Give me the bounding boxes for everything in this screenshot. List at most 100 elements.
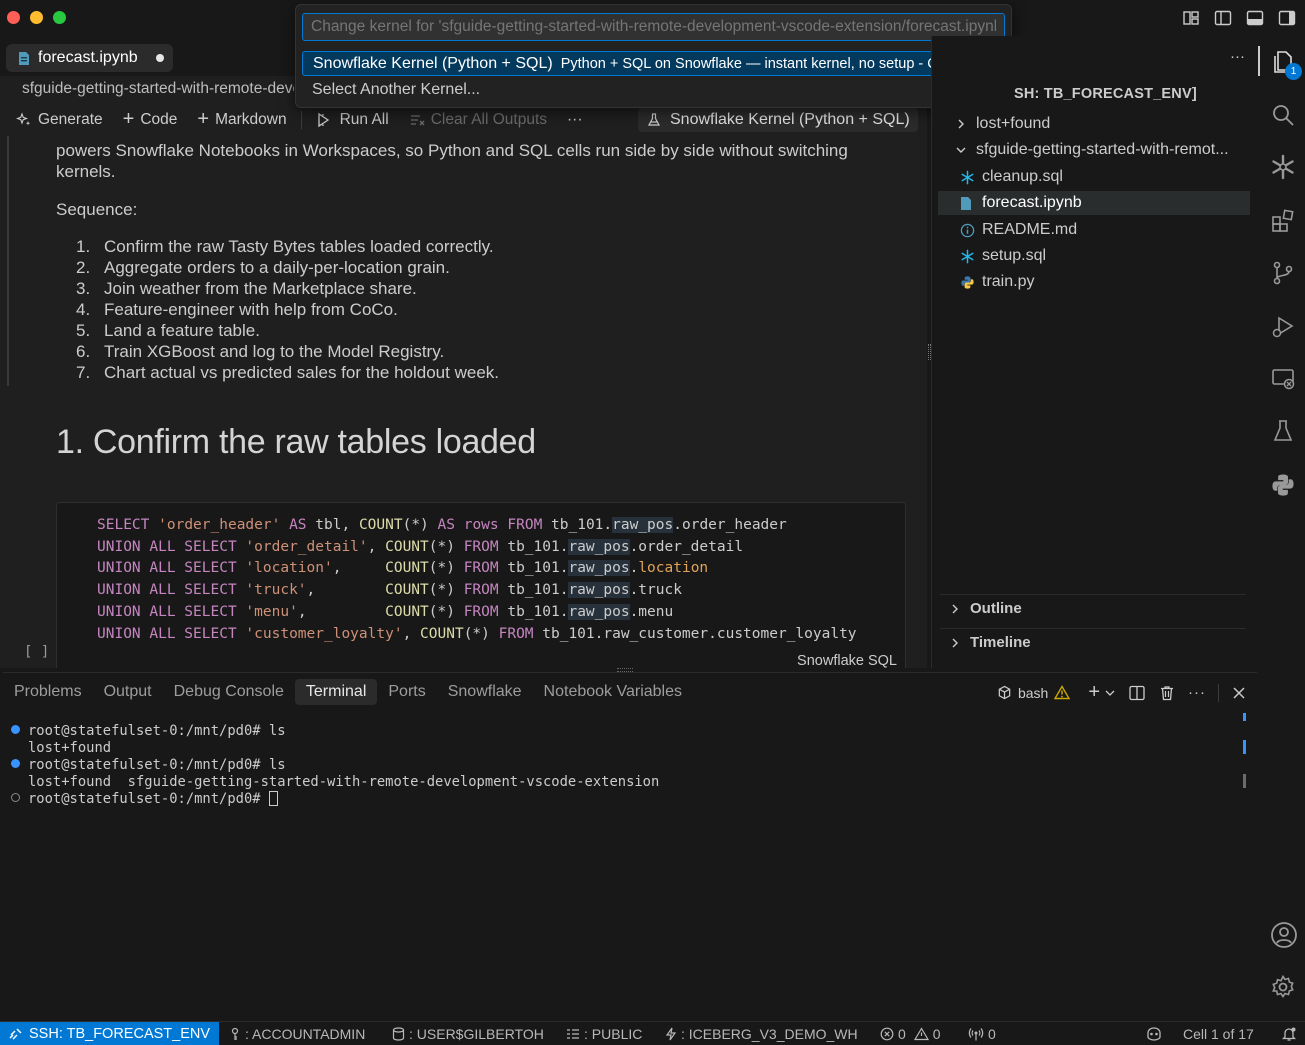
timeline-section-header[interactable]: Timeline: [948, 634, 1031, 651]
workspace-title[interactable]: SH: TB_FORECAST_ENV]: [1014, 86, 1197, 102]
command-decoration-icon[interactable]: [11, 759, 20, 768]
step-text: Confirm the raw Tasty Bytes tables loade…: [104, 237, 494, 256]
tree-file-forecast-ipynb[interactable]: forecast.ipynb: [938, 191, 1250, 215]
step-number: 7.: [76, 363, 91, 382]
explorer-more-actions-icon[interactable]: ···: [1230, 48, 1245, 65]
sequence-label: Sequence:: [56, 200, 138, 219]
panel-tab-output[interactable]: Output: [93, 679, 163, 705]
remote-icon: [9, 1028, 22, 1040]
info-icon: [960, 223, 975, 238]
customize-layout-icon[interactable]: [1181, 8, 1201, 28]
warning-icon: [913, 1027, 929, 1041]
add-markdown-cell-button[interactable]: + Markdown: [187, 108, 296, 131]
status-database[interactable]: : USER$GILBERTOH: [392, 1026, 544, 1042]
cell-language-label[interactable]: Snowflake SQL: [797, 653, 897, 668]
toolbar-divider: [300, 110, 302, 129]
tree-folder-sfguide[interactable]: sfguide-getting-started-with-remot...: [938, 138, 1229, 162]
copilot-icon[interactable]: [1145, 1026, 1163, 1042]
tree-file-cleanup-sql[interactable]: cleanup.sql: [938, 165, 1063, 189]
search-icon[interactable]: [1270, 102, 1296, 128]
run-all-button[interactable]: Run All: [306, 111, 399, 129]
toggle-panel-icon[interactable]: [1245, 8, 1265, 28]
toggle-primary-sidebar-icon[interactable]: [1213, 8, 1233, 28]
generate-button[interactable]: Generate: [0, 111, 113, 129]
unsaved-dot-icon[interactable]: [155, 54, 164, 62]
remote-explorer-icon[interactable]: [1270, 366, 1296, 392]
key-icon: [231, 1027, 239, 1040]
kernel-quick-pick: Snowflake Kernel (Python + SQL) Python +…: [295, 4, 1012, 108]
step-number: 1.: [76, 237, 91, 256]
zoom-window-button[interactable]: [53, 11, 66, 24]
run-all-label: Run All: [339, 110, 389, 128]
sql-code-cell[interactable]: SELECT 'order_header' AS tbl, COUNT(*) A…: [56, 502, 906, 668]
step-item: 4. Feature-engineer with help from CoCo.: [76, 299, 499, 320]
panel-more-actions-icon[interactable]: ···: [1188, 684, 1206, 701]
run-debug-icon[interactable]: [1270, 314, 1296, 340]
toggle-secondary-sidebar-icon[interactable]: [1277, 8, 1297, 28]
step-text: Land a feature table.: [104, 321, 260, 340]
accounts-icon[interactable]: [1270, 921, 1297, 948]
remote-indicator[interactable]: SSH: TB_FORECAST_ENV: [0, 1022, 220, 1045]
terminal-line: root@statefulset-0:/mnt/pd0#: [11, 791, 659, 808]
chevron-down-icon: [956, 147, 966, 153]
settings-gear-icon[interactable]: [1270, 974, 1296, 1000]
add-code-cell-button[interactable]: + Code: [113, 108, 188, 131]
panel-tab-ports[interactable]: Ports: [377, 679, 436, 705]
remote-label: SSH: TB_FORECAST_ENV: [29, 1026, 211, 1042]
python-icon[interactable]: [1270, 472, 1296, 498]
extensions-icon[interactable]: [1270, 208, 1296, 234]
panel-divider: [1218, 683, 1219, 702]
status-problems[interactable]: 0 0: [880, 1026, 941, 1042]
terminal-profile[interactable]: bash: [997, 685, 1071, 701]
step-item: 6. Train XGBoost and log to the Model Reg…: [76, 341, 499, 362]
panel-tab-terminal[interactable]: Terminal: [294, 679, 378, 705]
notifications-bell-icon[interactable]: [1281, 1026, 1297, 1042]
sidebar-sash[interactable]: [928, 344, 931, 360]
status-ports[interactable]: 0: [968, 1026, 996, 1042]
tree-file-setup-sql[interactable]: setup.sql: [938, 244, 1046, 268]
panel-tab-debug-console[interactable]: Debug Console: [163, 679, 295, 705]
split-terminal-icon[interactable]: [1128, 684, 1146, 702]
tree-folder-lost-found[interactable]: lost+found: [938, 112, 1050, 136]
outline-section-header[interactable]: Outline: [948, 600, 1022, 617]
status-role[interactable]: : ACCOUNTADMIN: [229, 1026, 365, 1042]
step-item: 2. Aggregate orders to a daily-per-locati…: [76, 257, 499, 278]
quick-pick-item-select-another[interactable]: Select Another Kernel...: [312, 81, 480, 99]
status-cell-position[interactable]: Cell 1 of 17: [1183, 1026, 1254, 1042]
kill-terminal-trash-icon[interactable]: [1158, 684, 1176, 702]
testing-icon[interactable]: [1270, 418, 1296, 444]
status-schema[interactable]: : PUBLIC: [566, 1026, 642, 1042]
tab-forecast-ipynb[interactable]: forecast.ipynb: [6, 44, 173, 72]
toolbar-more-button[interactable]: ···: [557, 111, 593, 129]
panel-tab-snowflake[interactable]: Snowflake: [437, 679, 533, 705]
breadcrumb[interactable]: sfguide-getting-started-with-remote-deve…: [22, 80, 294, 98]
quick-pick-item-snowflake-kernel[interactable]: Snowflake Kernel (Python + SQL) Python +…: [302, 51, 1007, 76]
step-text: Join weather from the Marketplace share.: [104, 279, 417, 298]
clear-all-outputs-button[interactable]: Clear All Outputs: [399, 111, 557, 129]
quick-pick-input[interactable]: [302, 13, 1005, 41]
minimize-window-button[interactable]: [30, 11, 43, 24]
sql-code[interactable]: SELECT 'order_header' AS tbl, COUNT(*) A…: [97, 515, 857, 645]
step-item: 3. Join weather from the Marketplace shar…: [76, 278, 499, 299]
terminal-output[interactable]: root@statefulset-0:/mnt/pd0# ls lost+foun…: [11, 723, 659, 808]
command-decoration-icon[interactable]: [11, 725, 20, 734]
step-number: 5.: [76, 321, 91, 340]
plus-icon: +: [197, 108, 210, 130]
kernel-picker-button[interactable]: Snowflake Kernel (Python + SQL): [638, 108, 918, 132]
command-decoration-icon[interactable]: [11, 793, 20, 802]
close-panel-icon[interactable]: [1231, 685, 1247, 701]
snowflake-icon[interactable]: [1270, 154, 1296, 180]
panel-tab-problems[interactable]: Problems: [3, 679, 93, 705]
markdown-cell-intro[interactable]: powers Snowflake Notebooks in Workspaces…: [56, 140, 848, 182]
tree-file-readme-md[interactable]: README.md: [938, 218, 1077, 242]
new-terminal-plus-icon[interactable]: +: [1088, 681, 1100, 704]
intro-line-1: powers Snowflake Notebooks in Workspaces…: [56, 141, 848, 160]
status-warehouse[interactable]: : ICEBERG_V3_DEMO_WH: [665, 1026, 858, 1042]
tree-file-train-py[interactable]: train.py: [938, 270, 1034, 294]
source-control-icon[interactable]: [1270, 260, 1296, 286]
explorer-sidebar: ··· SH: TB_FORECAST_ENV] lost+found sfgu…: [928, 36, 1257, 668]
close-window-button[interactable]: [7, 11, 20, 24]
section-divider: [940, 628, 1246, 629]
chevron-down-icon[interactable]: [1104, 687, 1116, 699]
panel-tab-notebook-variables[interactable]: Notebook Variables: [533, 679, 693, 705]
